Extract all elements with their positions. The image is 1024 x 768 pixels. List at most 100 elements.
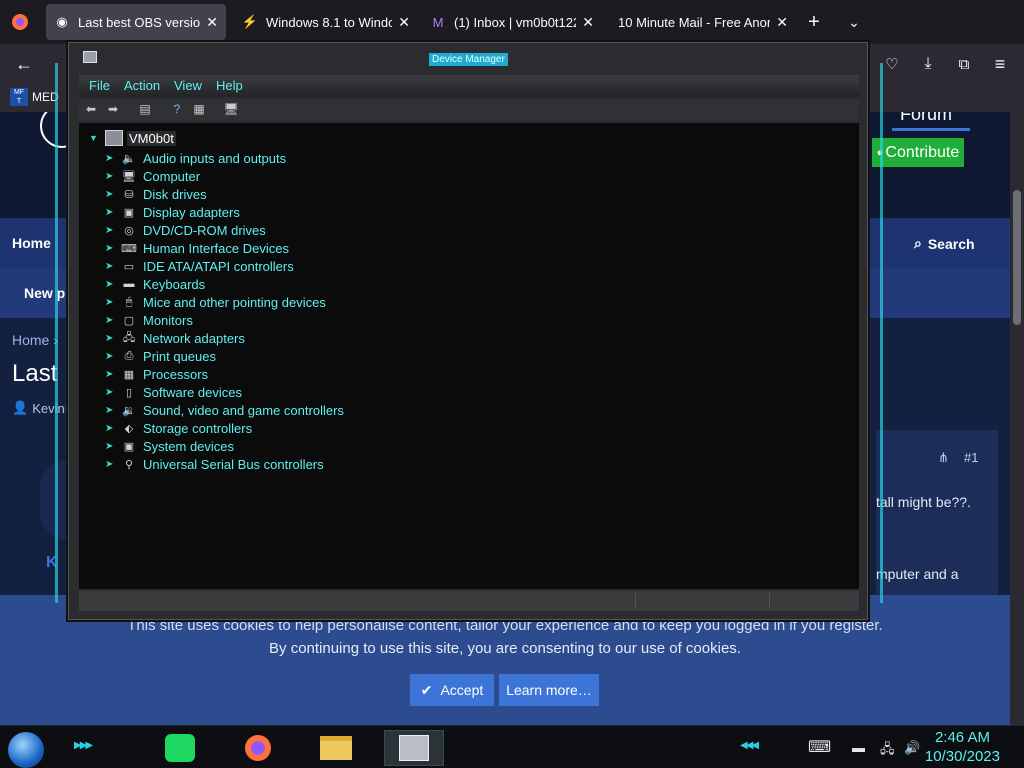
breadcrumb-home[interactable]: Home [12, 332, 49, 348]
start-button[interactable] [8, 732, 44, 768]
tab-inbox[interactable]: M (1) Inbox | vm0b0t1223@ ✕ [422, 4, 602, 40]
tree-item[interactable]: ➤ ▣ System devices [105, 437, 234, 455]
volume-icon[interactable]: 🔊 [904, 740, 920, 756]
close-icon[interactable]: ✕ [582, 14, 594, 31]
tree-item[interactable]: ➤ 🔉 Sound, video and game controllers [105, 401, 344, 419]
tree-item[interactable]: ➤ 🖧 Network adapters [105, 329, 245, 347]
scan-hardware-icon[interactable]: 🖥 [223, 101, 239, 117]
toolbar: ⬅ ➡ ▤ ? ▦ 🖥 [79, 99, 859, 121]
accept-button[interactable]: ✔ Accept [410, 674, 494, 706]
tree-item[interactable]: ➤ 🔈 Audio inputs and outputs [105, 149, 286, 167]
menu-help[interactable]: Help [216, 78, 243, 93]
properties-icon[interactable]: ▤ [137, 101, 153, 117]
expand-icon[interactable]: ➤ [105, 243, 121, 254]
tray-expand-icon[interactable]: ▬ [852, 740, 865, 755]
menu-action[interactable]: Action [124, 78, 160, 93]
tree-item[interactable]: ➤ ▢ Monitors [105, 311, 193, 329]
hamburger-menu-icon[interactable]: ≡ [988, 52, 1012, 76]
nav-home[interactable]: Home [12, 235, 51, 251]
expand-icon[interactable]: ➤ [105, 369, 121, 380]
download-icon[interactable]: ⤓ [916, 52, 940, 76]
tree-item[interactable]: ➤ ▭ IDE ATA/ATAPI controllers [105, 257, 294, 275]
tree-item[interactable]: ➤ ◎ DVD/CD-ROM drives [105, 221, 266, 239]
mail-icon: M [432, 14, 444, 30]
expand-icon[interactable]: ➤ [105, 333, 121, 344]
expand-icon[interactable]: ➤ [105, 387, 121, 398]
task-device-manager[interactable] [384, 730, 444, 766]
share-icon[interactable]: ⋔ [938, 450, 949, 466]
contribute-button[interactable]: ● Contribute [872, 138, 964, 167]
tree-item[interactable]: ➤ ⚲ Universal Serial Bus controllers [105, 455, 324, 473]
scrollbar-thumb[interactable] [1013, 190, 1021, 325]
taskbar-decoration-icon: ◀◀◀ [740, 740, 759, 751]
expand-icon[interactable]: ➤ [105, 171, 121, 182]
close-icon[interactable]: ✕ [398, 14, 410, 31]
computer-icon: 🖥 [122, 170, 136, 183]
expand-icon[interactable]: ➤ [105, 225, 121, 236]
firefox-menu-icon[interactable] [8, 10, 32, 34]
close-icon[interactable]: ✕ [206, 14, 218, 31]
expand-icon[interactable]: ➤ [105, 297, 121, 308]
tree-item[interactable]: ➤ ⬖ Storage controllers [105, 419, 252, 437]
expand-icon[interactable]: ➤ [105, 351, 121, 362]
task-spotify[interactable] [150, 730, 210, 766]
tree-item[interactable]: ➤ ⌨ Human Interface Devices [105, 239, 289, 257]
network-icon[interactable]: 🖧 [880, 740, 895, 762]
forward-icon[interactable]: ➡ [105, 101, 121, 117]
expand-icon[interactable]: ➤ [105, 153, 121, 164]
menu-view[interactable]: View [174, 78, 202, 93]
new-tab-icon[interactable]: + [802, 10, 826, 34]
collapse-icon[interactable]: ▼ [89, 133, 101, 143]
back-icon[interactable]: ⬅ [83, 101, 99, 117]
learn-more-button[interactable]: Learn more… [499, 674, 599, 706]
task-file-explorer[interactable] [306, 730, 366, 766]
expand-icon[interactable]: ➤ [105, 441, 121, 452]
task-firefox[interactable] [228, 730, 288, 766]
status-divider [635, 593, 636, 609]
expand-icon[interactable]: ➤ [105, 279, 121, 290]
tree-item[interactable]: ➤ ▯ Software devices [105, 383, 242, 401]
close-icon[interactable]: ✕ [776, 14, 788, 31]
device-manager-window[interactable]: Device Manager File Action View Help ⬅ ➡… [55, 42, 883, 620]
expand-icon[interactable]: ➤ [105, 315, 121, 326]
details-icon[interactable]: ▦ [191, 101, 207, 117]
nav-search[interactable]: ⌕ Search [914, 235, 975, 252]
cookie-text-line2: By continuing to use this site, you are … [269, 640, 741, 657]
forum-underline [892, 128, 970, 131]
clock[interactable]: 2:46 AM 10/30/2023 [925, 728, 1000, 766]
keyboard-icon[interactable]: ⌨ [808, 737, 831, 757]
expand-icon[interactable]: ➤ [105, 423, 121, 434]
post-number[interactable]: #1 [964, 450, 978, 465]
right-frame-decoration [875, 63, 883, 603]
system-device-icon: ▣ [123, 440, 135, 453]
back-arrow-icon[interactable]: ← [12, 52, 36, 76]
tab-windows[interactable]: ⚡ Windows 8.1 to Window ✕ [234, 4, 418, 40]
network-adapter-icon: 🖧 [122, 331, 136, 344]
tree-item[interactable]: ➤ ⎙ Print queues [105, 347, 216, 365]
avatar[interactable] [40, 460, 68, 540]
expand-icon[interactable]: ➤ [105, 207, 121, 218]
help-icon[interactable]: ? [169, 101, 185, 117]
tab-10minutemail[interactable]: 10 Minute Mail - Free Anony ✕ [610, 4, 796, 40]
menu-file[interactable]: File [89, 78, 110, 93]
tab-obs[interactable]: ◉ Last best OBS version fo ✕ [46, 4, 226, 40]
processor-icon: ▦ [123, 368, 135, 381]
expand-icon[interactable]: ➤ [105, 459, 121, 470]
tree-item[interactable]: ➤ ▬ Keyboards [105, 275, 205, 293]
expand-icon[interactable]: ➤ [105, 189, 121, 200]
chevron-down-icon[interactable]: ⌄ [842, 10, 866, 34]
hid-icon: ⌨ [121, 242, 137, 255]
tree-item[interactable]: ➤ 🖱 Mice and other pointing devices [105, 293, 326, 311]
disk-drive-icon: ⛁ [124, 188, 134, 201]
tree-item[interactable]: ➤ 🖥 Computer [105, 167, 200, 185]
bookmark-med[interactable]: MF T MED [10, 88, 59, 106]
tree-root[interactable]: ▼ VM0b0t [89, 130, 176, 146]
tree-item[interactable]: ➤ ⛁ Disk drives [105, 185, 207, 203]
extensions-icon[interactable]: ⧉ [952, 52, 976, 76]
expand-icon[interactable]: ➤ [105, 261, 121, 272]
expand-icon[interactable]: ➤ [105, 405, 121, 416]
tree-item[interactable]: ➤ ▦ Processors [105, 365, 208, 383]
pocket-icon[interactable]: ♡ [880, 52, 904, 76]
nav-forum[interactable]: Forum [900, 112, 952, 125]
tree-item[interactable]: ➤ ▣ Display adapters [105, 203, 240, 221]
